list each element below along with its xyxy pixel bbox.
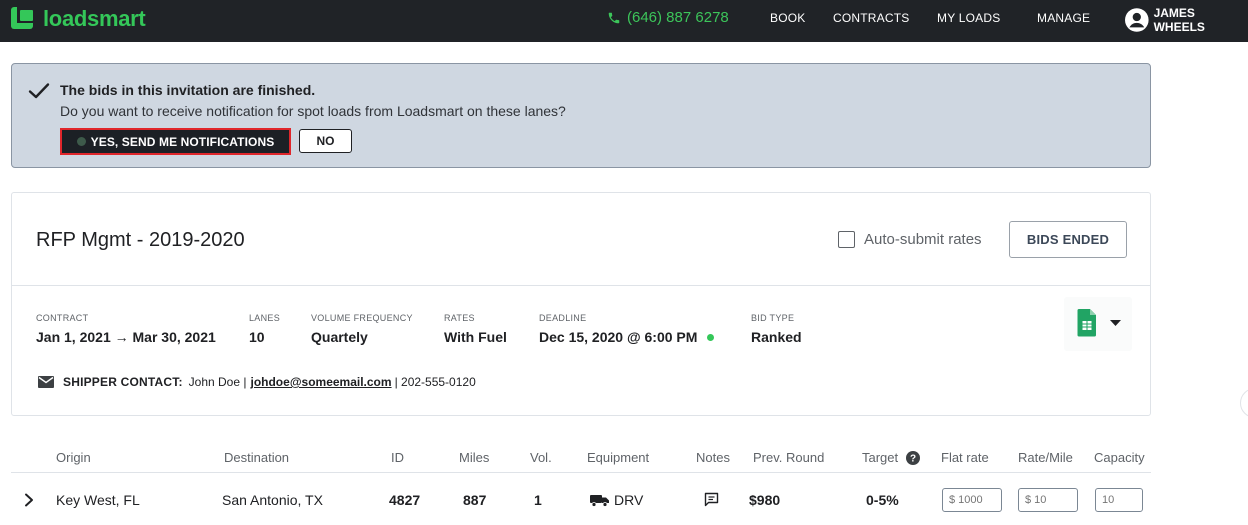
bids-finished-banner: The bids in this invitation are finished… — [11, 63, 1151, 168]
nav-contracts[interactable]: CONTRACTS — [833, 11, 909, 25]
phone-icon — [608, 12, 620, 23]
meta-rates: RATES With Fuel — [444, 313, 507, 345]
side-scroll-button[interactable] — [1240, 388, 1248, 418]
meta-contract: CONTRACT Jan 1, 2021 → Mar 30, 2021 — [36, 313, 216, 345]
meta-lanes: LANES 10 — [249, 313, 280, 345]
auto-submit-toggle[interactable]: Auto-submit rates — [838, 231, 982, 248]
no-button[interactable]: NO — [299, 129, 352, 153]
user-avatar-icon — [1125, 8, 1149, 32]
meta-value: Ranked — [751, 329, 802, 345]
rate-per-mile-input[interactable] — [1018, 488, 1078, 512]
column-header-miles[interactable]: Miles — [459, 450, 489, 465]
user-menu[interactable]: JAMES WHEELS — [1125, 6, 1248, 34]
meta-label: CONTRACT — [36, 313, 89, 323]
meta-bid-type: BID TYPE Ranked — [751, 313, 802, 345]
cell-target: 0-5% — [866, 492, 899, 508]
meta-label: BID TYPE — [751, 313, 795, 323]
deadline-status-dot — [707, 333, 715, 341]
rfp-title: RFP Mgmt - 2019-2020 — [36, 229, 245, 251]
cell-miles: 887 — [463, 492, 487, 508]
auto-submit-label: Auto-submit rates — [864, 231, 982, 248]
yes-send-notifications-button[interactable]: YES, SEND ME NOTIFICATIONS — [60, 128, 291, 155]
column-header-id[interactable]: ID — [391, 450, 404, 465]
meta-value: 10 — [249, 329, 265, 345]
banner-subtitle: Do you want to receive notification for … — [60, 103, 566, 119]
meta-value: Jan 1, 2021 → Mar 30, 2021 — [36, 329, 216, 345]
brand-name: loadsmart — [43, 6, 146, 31]
flat-rate-input[interactable] — [942, 488, 1002, 512]
cell-equipment: DRV — [590, 492, 643, 508]
nav-manage[interactable]: MANAGE — [1037, 11, 1090, 25]
spreadsheet-icon — [1077, 309, 1121, 337]
meta-label: VOLUME FREQUENCY — [311, 313, 413, 323]
shipper-contact-phone: | 202-555-0120 — [394, 375, 476, 389]
column-header-prev-round[interactable]: Prev. Round — [753, 450, 824, 465]
column-header-vol[interactable]: Vol. — [530, 450, 552, 465]
meta-label: DEADLINE — [539, 313, 587, 323]
column-header-origin[interactable]: Origin — [56, 450, 91, 465]
rfp-card: RFP Mgmt - 2019-2020 Auto-submit rates B… — [11, 192, 1151, 416]
bids-ended-button[interactable]: BIDS ENDED — [1009, 221, 1127, 258]
loadsmart-logo[interactable]: loadsmart — [11, 6, 146, 32]
yes-button-label: YES, SEND ME NOTIFICATIONS — [90, 134, 275, 149]
support-phone[interactable]: (646) 887 6278 — [607, 9, 729, 26]
cell-origin: Key West, FL — [56, 492, 140, 508]
user-name: JAMES WHEELS — [1153, 6, 1205, 34]
banner-title: The bids in this invitation are finished… — [60, 82, 316, 98]
deadline-value: Dec 15, 2020 @ 6:00 PM — [539, 329, 698, 345]
shipper-contact-email[interactable]: johdoe@someemail.com — [250, 375, 391, 389]
equipment-label: DRV — [614, 492, 644, 508]
cell-destination: San Antonio, TX — [222, 492, 323, 508]
top-navigation-bar: loadsmart (646) 887 6278 BOOK CONTRACTS … — [0, 0, 1248, 42]
nav-my-loads[interactable]: MY LOADS — [937, 11, 1000, 25]
meta-label: LANES — [249, 313, 281, 323]
shipper-contact-name: John Doe | — [188, 375, 247, 389]
shipper-contact: SHIPPER CONTACT: John Doe | johdoe@somee… — [38, 375, 476, 389]
column-header-destination[interactable]: Destination — [224, 450, 289, 465]
meta-deadline: DEADLINE Dec 15, 2020 @ 6:00 PM — [539, 313, 715, 345]
target-header-label: Target — [862, 450, 899, 465]
meta-value: Quartely — [311, 329, 368, 345]
notes-icon[interactable] — [704, 492, 719, 507]
truck-icon — [590, 494, 609, 507]
phone-number: (646) 887 6278 — [627, 9, 729, 26]
meta-value: With Fuel — [444, 329, 507, 345]
shipper-contact-label: SHIPPER CONTACT: — [63, 375, 183, 389]
column-header-notes[interactable]: Notes — [696, 450, 730, 465]
cell-prev-round: $980 — [749, 492, 781, 508]
capacity-input[interactable] — [1095, 488, 1143, 512]
auto-submit-checkbox[interactable] — [838, 231, 855, 248]
check-icon — [28, 83, 50, 99]
export-spreadsheet-dropdown[interactable] — [1064, 297, 1132, 351]
button-dot-icon — [76, 137, 86, 146]
column-header-target[interactable]: Target ? — [862, 450, 921, 465]
card-divider — [12, 285, 1150, 286]
column-header-capacity[interactable]: Capacity — [1094, 450, 1145, 465]
column-header-equipment[interactable]: Equipment — [587, 450, 649, 465]
meta-value: Dec 15, 2020 @ 6:00 PM — [539, 329, 715, 345]
svg-text:?: ? — [910, 453, 916, 464]
cell-vol: 1 — [534, 492, 542, 508]
column-header-rate-mile[interactable]: Rate/Mile — [1018, 450, 1073, 465]
mail-icon — [38, 376, 54, 388]
cell-id: 4827 — [389, 492, 421, 508]
meta-volume-frequency: VOLUME FREQUENCY Quartely — [311, 313, 413, 345]
column-header-flat-rate[interactable]: Flat rate — [941, 450, 989, 465]
help-icon[interactable]: ? — [906, 450, 921, 465]
nav-book[interactable]: BOOK — [770, 11, 805, 25]
loadsmart-logo-icon — [11, 7, 35, 31]
meta-label: RATES — [444, 313, 475, 323]
chevron-down-icon — [1110, 320, 1121, 326]
table-header-divider — [11, 472, 1151, 473]
chevron-right-icon[interactable] — [24, 493, 34, 507]
